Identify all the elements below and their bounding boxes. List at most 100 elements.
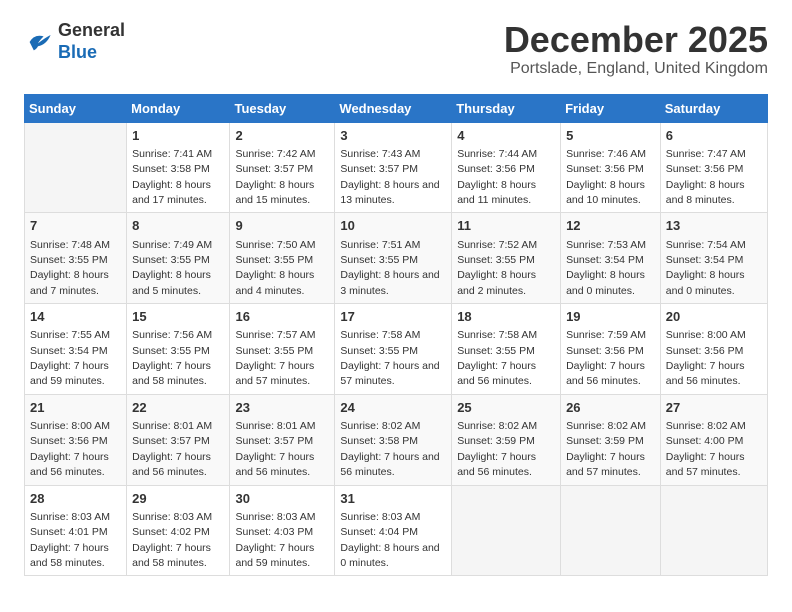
day-info: Sunrise: 7:54 AMSunset: 3:54 PMDaylight:…	[666, 239, 746, 297]
day-number: 30	[235, 490, 329, 508]
day-number: 12	[566, 217, 655, 235]
day-number: 20	[666, 308, 762, 326]
day-number: 24	[340, 399, 446, 417]
day-info: Sunrise: 7:57 AMSunset: 3:55 PMDaylight:…	[235, 329, 315, 387]
day-cell: 26 Sunrise: 8:02 AMSunset: 3:59 PMDayligh…	[561, 394, 661, 485]
day-cell: 2 Sunrise: 7:42 AMSunset: 3:57 PMDaylight…	[230, 122, 335, 213]
day-cell: 7Sunrise: 7:48 AMSunset: 3:55 PMDaylight…	[25, 213, 127, 304]
header-cell-tuesday: Tuesday	[230, 94, 335, 122]
day-number: 27	[666, 399, 762, 417]
day-cell: 27 Sunrise: 8:02 AMSunset: 4:00 PMDayligh…	[660, 394, 767, 485]
day-number: 7	[30, 217, 121, 235]
logo: General Blue	[24, 20, 125, 63]
day-cell: 31 Sunrise: 8:03 AMSunset: 4:04 PMDayligh…	[335, 485, 452, 576]
day-number: 31	[340, 490, 446, 508]
day-cell: 4 Sunrise: 7:44 AMSunset: 3:56 PMDaylight…	[452, 122, 561, 213]
day-cell: 29Sunrise: 8:03 AMSunset: 4:02 PMDayligh…	[127, 485, 230, 576]
location-text: Portslade, England, United Kingdom	[504, 60, 768, 78]
day-cell: 11Sunrise: 7:52 AMSunset: 3:55 PMDayligh…	[452, 213, 561, 304]
header-cell-sunday: Sunday	[25, 94, 127, 122]
day-info: Sunrise: 8:01 AMSunset: 3:57 PMDaylight:…	[132, 420, 212, 478]
day-cell: 14 Sunrise: 7:55 AMSunset: 3:54 PMDayligh…	[25, 304, 127, 395]
day-cell: 6Sunrise: 7:47 AMSunset: 3:56 PMDaylight…	[660, 122, 767, 213]
header: General Blue December 2025 Portslade, En…	[24, 20, 768, 78]
day-number: 3	[340, 127, 446, 145]
day-number: 19	[566, 308, 655, 326]
day-info: Sunrise: 8:02 AMSunset: 4:00 PMDaylight:…	[666, 420, 746, 478]
day-cell: 12Sunrise: 7:53 AMSunset: 3:54 PMDayligh…	[561, 213, 661, 304]
day-info: Sunrise: 7:44 AMSunset: 3:56 PMDaylight:…	[457, 148, 537, 206]
day-cell	[660, 485, 767, 576]
day-cell: 20 Sunrise: 8:00 AMSunset: 3:56 PMDayligh…	[660, 304, 767, 395]
header-cell-wednesday: Wednesday	[335, 94, 452, 122]
week-row-1: 1 Sunrise: 7:41 AMSunset: 3:58 PMDaylight…	[25, 122, 768, 213]
day-number: 11	[457, 217, 555, 235]
day-number: 9	[235, 217, 329, 235]
month-title: December 2025	[504, 20, 768, 60]
day-info: Sunrise: 7:43 AMSunset: 3:57 PMDaylight:…	[340, 148, 439, 206]
calendar-table: SundayMondayTuesdayWednesdayThursdayFrid…	[24, 94, 768, 577]
day-info: Sunrise: 8:00 AMSunset: 3:56 PMDaylight:…	[666, 329, 746, 387]
day-cell: 30 Sunrise: 8:03 AMSunset: 4:03 PMDayligh…	[230, 485, 335, 576]
day-info: Sunrise: 8:02 AMSunset: 3:59 PMDaylight:…	[566, 420, 646, 478]
day-info: Sunrise: 7:41 AMSunset: 3:58 PMDaylight:…	[132, 148, 212, 206]
day-number: 1	[132, 127, 224, 145]
day-info: Sunrise: 8:02 AMSunset: 3:58 PMDaylight:…	[340, 420, 439, 478]
day-info: Sunrise: 7:58 AMSunset: 3:55 PMDaylight:…	[457, 329, 537, 387]
day-cell: 8Sunrise: 7:49 AMSunset: 3:55 PMDaylight…	[127, 213, 230, 304]
day-number: 13	[666, 217, 762, 235]
day-info: Sunrise: 8:03 AMSunset: 4:03 PMDaylight:…	[235, 511, 315, 569]
day-number: 14	[30, 308, 121, 326]
day-cell	[25, 122, 127, 213]
header-cell-thursday: Thursday	[452, 94, 561, 122]
day-number: 21	[30, 399, 121, 417]
day-info: Sunrise: 8:03 AMSunset: 4:01 PMDaylight:…	[30, 511, 110, 569]
week-row-5: 28 Sunrise: 8:03 AMSunset: 4:01 PMDayligh…	[25, 485, 768, 576]
day-cell: 13 Sunrise: 7:54 AMSunset: 3:54 PMDayligh…	[660, 213, 767, 304]
day-number: 5	[566, 127, 655, 145]
day-info: Sunrise: 7:51 AMSunset: 3:55 PMDaylight:…	[340, 239, 439, 297]
day-cell: 19 Sunrise: 7:59 AMSunset: 3:56 PMDayligh…	[561, 304, 661, 395]
day-cell: 1 Sunrise: 7:41 AMSunset: 3:58 PMDaylight…	[127, 122, 230, 213]
day-cell: 23 Sunrise: 8:01 AMSunset: 3:57 PMDayligh…	[230, 394, 335, 485]
day-number: 26	[566, 399, 655, 417]
day-cell	[561, 485, 661, 576]
day-cell: 15 Sunrise: 7:56 AMSunset: 3:55 PMDayligh…	[127, 304, 230, 395]
day-info: Sunrise: 7:55 AMSunset: 3:54 PMDaylight:…	[30, 329, 110, 387]
day-info: Sunrise: 7:56 AMSunset: 3:55 PMDaylight:…	[132, 329, 212, 387]
day-number: 2	[235, 127, 329, 145]
day-cell: 16 Sunrise: 7:57 AMSunset: 3:55 PMDayligh…	[230, 304, 335, 395]
day-number: 15	[132, 308, 224, 326]
logo-blue-text: Blue	[58, 42, 97, 62]
day-number: 16	[235, 308, 329, 326]
day-number: 28	[30, 490, 121, 508]
logo-general-text: General	[58, 20, 125, 40]
week-row-3: 14 Sunrise: 7:55 AMSunset: 3:54 PMDayligh…	[25, 304, 768, 395]
day-cell: 18 Sunrise: 7:58 AMSunset: 3:55 PMDayligh…	[452, 304, 561, 395]
day-cell: 10Sunrise: 7:51 AMSunset: 3:55 PMDayligh…	[335, 213, 452, 304]
day-info: Sunrise: 7:49 AMSunset: 3:55 PMDaylight:…	[132, 239, 212, 297]
day-number: 6	[666, 127, 762, 145]
day-number: 22	[132, 399, 224, 417]
day-number: 18	[457, 308, 555, 326]
header-cell-friday: Friday	[561, 94, 661, 122]
day-info: Sunrise: 8:03 AMSunset: 4:04 PMDaylight:…	[340, 511, 439, 569]
day-number: 23	[235, 399, 329, 417]
day-info: Sunrise: 7:42 AMSunset: 3:57 PMDaylight:…	[235, 148, 315, 206]
day-cell: 22 Sunrise: 8:01 AMSunset: 3:57 PMDayligh…	[127, 394, 230, 485]
week-row-2: 7Sunrise: 7:48 AMSunset: 3:55 PMDaylight…	[25, 213, 768, 304]
day-cell: 9Sunrise: 7:50 AMSunset: 3:55 PMDaylight…	[230, 213, 335, 304]
day-cell: 25Sunrise: 8:02 AMSunset: 3:59 PMDayligh…	[452, 394, 561, 485]
header-row: SundayMondayTuesdayWednesdayThursdayFrid…	[25, 94, 768, 122]
day-info: Sunrise: 7:59 AMSunset: 3:56 PMDaylight:…	[566, 329, 646, 387]
header-cell-saturday: Saturday	[660, 94, 767, 122]
day-cell: 3 Sunrise: 7:43 AMSunset: 3:57 PMDaylight…	[335, 122, 452, 213]
day-number: 4	[457, 127, 555, 145]
day-info: Sunrise: 7:58 AMSunset: 3:55 PMDaylight:…	[340, 329, 439, 387]
day-number: 29	[132, 490, 224, 508]
header-cell-monday: Monday	[127, 94, 230, 122]
title-section: December 2025 Portslade, England, United…	[504, 20, 768, 78]
day-number: 25	[457, 399, 555, 417]
day-cell: 21Sunrise: 8:00 AMSunset: 3:56 PMDayligh…	[25, 394, 127, 485]
day-info: Sunrise: 8:01 AMSunset: 3:57 PMDaylight:…	[235, 420, 315, 478]
